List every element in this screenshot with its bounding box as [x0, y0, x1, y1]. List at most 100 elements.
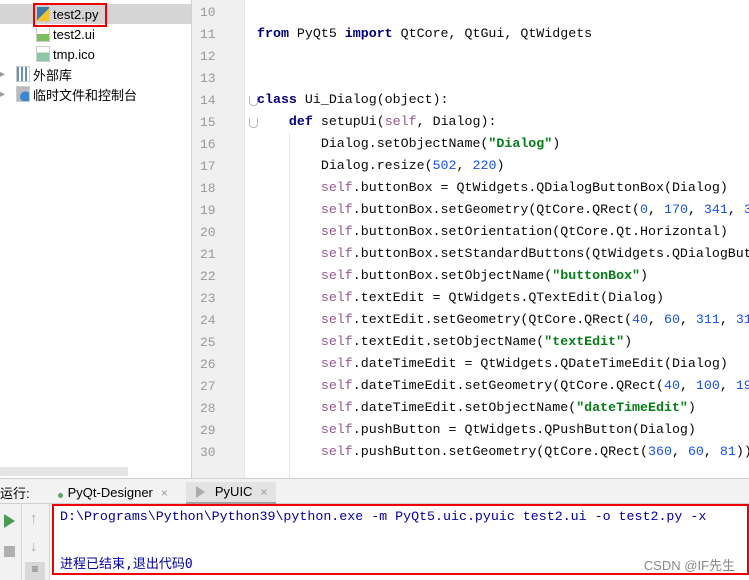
code-token: ,: [727, 202, 744, 217]
code-token: Dialog.setObjectName(: [257, 136, 489, 151]
code-token: "dateTimeEdit": [576, 400, 688, 415]
close-icon[interactable]: ×: [260, 485, 267, 499]
line-number: 19: [200, 203, 216, 218]
code-token: self: [320, 290, 353, 305]
horizontal-scrollbar[interactable]: [0, 467, 128, 476]
code-line: self.buttonBox.setStandardButtons(QtWidg…: [257, 246, 749, 261]
code-token: .pushButton.setGeometry(QtCore.QRect(: [352, 444, 649, 459]
code-token: 220: [472, 158, 497, 173]
code-token: self: [384, 114, 417, 129]
code-line: self.buttonBox.setObjectName("buttonBox"…: [257, 268, 648, 283]
code-token: .dateTimeEdit = QtWidgets.QDateTimeEdit(…: [352, 356, 728, 371]
code-token: 32: [743, 202, 749, 217]
code-token: QtCore, QtGui, QtWidgets: [392, 26, 593, 41]
code-token: 0: [640, 202, 649, 217]
tree-item[interactable]: test2.ui: [0, 24, 191, 44]
code-token: .buttonBox = QtWidgets.QDialogButtonBox(…: [352, 180, 728, 195]
code-line: Dialog.resize(502, 220): [257, 158, 505, 173]
code-token: self: [320, 400, 353, 415]
line-number: 30: [200, 445, 216, 460]
run-icon: [195, 485, 205, 498]
code-line: self.textEdit.setObjectName("textEdit"): [257, 334, 632, 349]
line-number: 28: [200, 401, 216, 416]
code-editor[interactable]: from PyQt5 import QtCore, QtGui, QtWidge…: [246, 0, 749, 478]
line-number: 14: [200, 93, 216, 108]
code-token: ,: [648, 312, 664, 327]
code-token: self: [320, 378, 353, 393]
code-token: Ui_Dialog(object):: [296, 92, 449, 107]
tree-item[interactable]: ▸ 外部库: [0, 64, 191, 84]
code-line: Dialog.setObjectName("Dialog"): [257, 136, 560, 151]
line-number: 18: [200, 181, 216, 196]
code-token: 170: [663, 202, 688, 217]
expand-arrow-icon[interactable]: ▸: [0, 89, 5, 100]
code-token: 31: [735, 312, 749, 327]
rerun-icon[interactable]: [4, 514, 15, 528]
down-arrow-icon[interactable]: ↓: [30, 538, 38, 555]
tree-item[interactable]: ▸ 临时文件和控制台: [0, 84, 191, 104]
code-token: "buttonBox": [552, 268, 641, 283]
code-line: self.dateTimeEdit = QtWidgets.QDateTimeE…: [257, 356, 728, 371]
line-number: 17: [200, 159, 216, 174]
watermark: CSDN @IF先生: [643, 558, 735, 573]
code-token: 81: [719, 444, 736, 459]
tree-item-label: test2.ui: [53, 26, 95, 42]
code-token: .textEdit.setObjectName(: [352, 334, 545, 349]
code-token: from: [257, 26, 289, 41]
code-token: .buttonBox.setGeometry(QtCore.QRect(: [352, 202, 641, 217]
code-token: )): [735, 444, 749, 459]
code-token: .buttonBox.setOrientation(QtCore.Qt.Hori…: [352, 224, 728, 239]
expand-arrow-icon[interactable]: ▸: [0, 69, 5, 80]
project-tree-panel: test2.py test2.ui tmp.ico ▸ 外部库 ▸ 临时文件和控制台: [0, 0, 192, 478]
tab-label: PyUIC: [214, 484, 253, 499]
tree-item[interactable]: tmp.ico: [0, 44, 191, 64]
code-token: ): [552, 136, 561, 151]
python-run-icon: [57, 493, 63, 498]
close-icon[interactable]: ×: [161, 486, 168, 500]
code-line: from PyQt5 import QtCore, QtGui, QtWidge…: [257, 26, 592, 41]
tab-pyqt-designer[interactable]: PyQt-Designer ×: [52, 482, 174, 504]
code-token: 40: [632, 312, 649, 327]
code-line: self.dateTimeEdit.setGeometry(QtCore.QRe…: [257, 378, 749, 393]
code-token: .textEdit = QtWidgets.QTextEdit(Dialog): [352, 290, 664, 305]
line-number: 21: [200, 247, 216, 262]
code-line: def setupUi(self, Dialog):: [257, 114, 497, 129]
code-token: self: [320, 356, 353, 371]
code-token: self: [320, 422, 353, 437]
code-token: self: [320, 224, 353, 239]
code-token: 60: [663, 312, 680, 327]
line-number: 29: [200, 423, 216, 438]
stop-icon[interactable]: [4, 546, 15, 557]
code-token: ,: [648, 202, 664, 217]
code-token: self: [320, 334, 353, 349]
code-token: class: [257, 92, 297, 107]
code-token: ,: [719, 312, 736, 327]
tab-pyuic[interactable]: PyUIC ×: [185, 481, 276, 504]
line-number: 16: [200, 137, 216, 152]
code-token: ,: [671, 444, 688, 459]
line-number: 22: [200, 269, 216, 284]
code-token: 40: [663, 378, 680, 393]
code-line: self.buttonBox = QtWidgets.QDialogButton…: [257, 180, 728, 195]
soft-wrap-icon[interactable]: ≡: [25, 562, 45, 580]
code-token: ,: [679, 378, 696, 393]
code-token: ): [624, 334, 633, 349]
library-icon: [16, 66, 30, 82]
image-file-icon: [36, 46, 50, 62]
line-number: 25: [200, 335, 216, 350]
code-token: 194: [735, 378, 749, 393]
qt-ui-file-icon: [36, 26, 50, 42]
tree-item-label: tmp.ico: [53, 46, 95, 62]
up-arrow-icon[interactable]: ↑: [30, 510, 38, 527]
